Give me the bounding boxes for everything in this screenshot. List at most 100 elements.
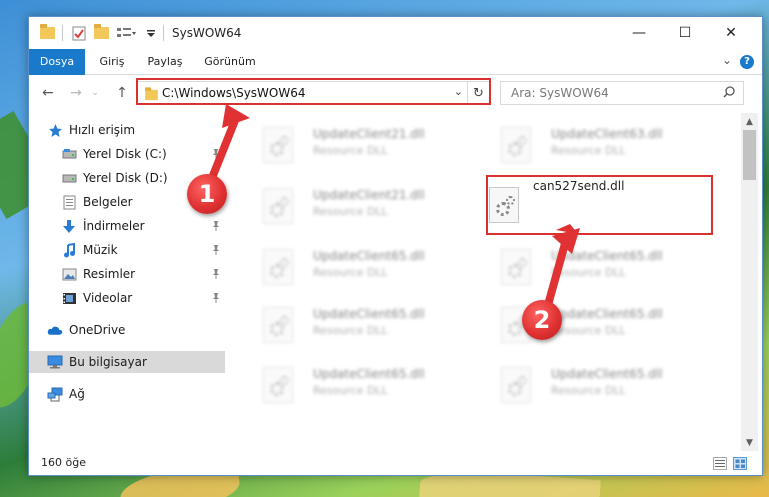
- download-icon: [61, 218, 77, 234]
- computer-icon: [47, 354, 63, 370]
- search-input[interactable]: Ara: SysWOW64: [500, 81, 744, 105]
- vertical-scrollbar[interactable]: ▲ ▼: [741, 113, 758, 451]
- window-title: SysWOW64: [172, 26, 242, 40]
- close-button[interactable]: ✕: [708, 17, 754, 49]
- search-icon: [723, 86, 735, 98]
- sidebar-item-pictures[interactable]: Resimler: [29, 263, 225, 285]
- pin-icon[interactable]: [211, 244, 221, 256]
- pin-icon[interactable]: [211, 292, 221, 304]
- chevron-down-icon[interactable]: ⌄: [722, 53, 732, 67]
- back-button[interactable]: ←: [39, 83, 57, 103]
- drive-icon: [61, 146, 77, 162]
- file-list: UpdateClient21.dll Resource DLL UpdateCl…: [231, 113, 741, 445]
- dll-file-icon: [263, 127, 293, 163]
- help-icon[interactable]: ?: [740, 55, 754, 69]
- file-name: UpdateClient63.dll: [551, 127, 663, 141]
- file-highlight: [486, 175, 713, 235]
- dll-file-icon: [501, 127, 531, 163]
- step-marker-1: 1: [187, 174, 227, 214]
- sidebar-item-label: Yerel Disk (D:): [83, 171, 168, 185]
- file-type: Resource DLL: [551, 324, 626, 337]
- pin-icon[interactable]: [211, 268, 221, 280]
- minimize-button[interactable]: —: [616, 17, 662, 49]
- file-item[interactable]: UpdateClient65.dll Resource DLL: [245, 245, 465, 293]
- dll-file-icon: [263, 307, 293, 343]
- sidebar-item-local-disk-c[interactable]: Yerel Disk (C:): [29, 143, 225, 165]
- large-icons-view-icon[interactable]: [733, 457, 747, 470]
- sidebar-item-videos[interactable]: Videolar: [29, 287, 225, 309]
- sidebar-item-downloads[interactable]: İndirmeler: [29, 215, 225, 237]
- file-item[interactable]: UpdateClient63.dll Resource DLL: [483, 123, 703, 171]
- file-item[interactable]: UpdateClient21.dll Resource DLL: [245, 184, 465, 232]
- chevron-down-icon[interactable]: [143, 25, 159, 41]
- sidebar-item-label: Ağ: [69, 387, 85, 401]
- file-name: UpdateClient65.dll: [313, 307, 425, 321]
- file-type: Resource DLL: [313, 384, 388, 397]
- sidebar-item-label: Hızlı erişim: [69, 123, 136, 137]
- up-button[interactable]: ↑: [113, 83, 131, 103]
- file-name: UpdateClient65.dll: [551, 249, 663, 263]
- navigation-pane: Hızlı erişim Yerel Disk (C:) Yerel Disk …: [29, 113, 225, 443]
- maximize-button[interactable]: ☐: [662, 17, 708, 49]
- sidebar-item-label: Resimler: [83, 267, 136, 281]
- sidebar-item-label: Videolar: [83, 291, 133, 305]
- status-bar: 160 öğe: [29, 453, 762, 475]
- file-item[interactable]: UpdateClient65.dll Resource DLL: [483, 303, 703, 351]
- sidebar-item-music[interactable]: Müzik: [29, 239, 225, 261]
- sidebar-item-quick-access[interactable]: Hızlı erişim: [29, 119, 225, 141]
- new-folder-icon[interactable]: [93, 24, 109, 41]
- sidebar-item-label: Belgeler: [83, 195, 133, 209]
- title-divider: [163, 25, 164, 41]
- scroll-down-icon[interactable]: ▼: [741, 434, 758, 451]
- item-count: 160 öğe: [41, 456, 86, 469]
- dll-file-icon: [263, 249, 293, 285]
- star-icon: [47, 122, 63, 138]
- scroll-up-icon[interactable]: ▲: [741, 113, 758, 130]
- pin-icon[interactable]: [211, 148, 221, 160]
- file-type: Resource DLL: [313, 144, 388, 157]
- details-view-icon[interactable]: [713, 457, 727, 470]
- video-icon: [61, 290, 77, 306]
- cloud-icon: [47, 322, 63, 338]
- file-type: Resource DLL: [313, 205, 388, 218]
- file-item[interactable]: UpdateClient21.dll Resource DLL: [245, 123, 465, 171]
- sidebar-item-onedrive[interactable]: OneDrive: [29, 319, 225, 341]
- sidebar-item-label: Bu bilgisayar: [69, 355, 147, 369]
- document-icon: [61, 194, 77, 210]
- customize-toolbar-icon[interactable]: [115, 25, 137, 41]
- tab-giris[interactable]: Giriş: [91, 49, 133, 75]
- tab-gorunum[interactable]: Görünüm: [197, 49, 263, 75]
- toolbar-divider: [62, 25, 63, 41]
- forward-button[interactable]: →: [67, 83, 85, 103]
- file-name: UpdateClient65.dll: [551, 307, 663, 321]
- pin-icon[interactable]: [211, 220, 221, 232]
- sidebar-item-this-pc[interactable]: Bu bilgisayar: [29, 351, 225, 373]
- file-item[interactable]: UpdateClient65.dll Resource DLL: [483, 363, 703, 411]
- pictures-icon: [61, 266, 77, 282]
- tab-dosya[interactable]: Dosya: [29, 49, 85, 75]
- file-name: UpdateClient21.dll: [313, 127, 425, 141]
- file-type: Resource DLL: [313, 266, 388, 279]
- dll-file-icon: [501, 367, 531, 403]
- recent-locations-chevron-icon[interactable]: ⌄: [89, 83, 101, 103]
- file-item[interactable]: UpdateClient65.dll Resource DLL: [245, 303, 465, 351]
- tab-paylas[interactable]: Paylaş: [139, 49, 191, 75]
- file-item[interactable]: UpdateClient65.dll Resource DLL: [483, 245, 703, 293]
- network-icon: [47, 386, 63, 402]
- file-type: Resource DLL: [313, 324, 388, 337]
- dll-file-icon: [263, 367, 293, 403]
- file-name: UpdateClient21.dll: [313, 188, 425, 202]
- file-name: UpdateClient65.dll: [551, 367, 663, 381]
- title-bar: SysWOW64 — ☐ ✕: [29, 17, 762, 49]
- sidebar-item-label: Müzik: [83, 243, 118, 257]
- search-placeholder: Ara: SysWOW64: [511, 86, 609, 100]
- properties-icon[interactable]: [71, 25, 87, 41]
- folder-icon: [39, 24, 55, 41]
- sidebar-item-label: Yerel Disk (C:): [83, 147, 167, 161]
- sidebar-item-network[interactable]: Ağ: [29, 383, 225, 405]
- address-bar-highlight: [136, 78, 491, 105]
- file-type: Resource DLL: [551, 384, 626, 397]
- file-item[interactable]: UpdateClient65.dll Resource DLL: [245, 363, 465, 411]
- scroll-thumb[interactable]: [743, 130, 756, 180]
- ribbon-tabs: Dosya Giriş Paylaş Görünüm ⌄ ?: [29, 49, 762, 75]
